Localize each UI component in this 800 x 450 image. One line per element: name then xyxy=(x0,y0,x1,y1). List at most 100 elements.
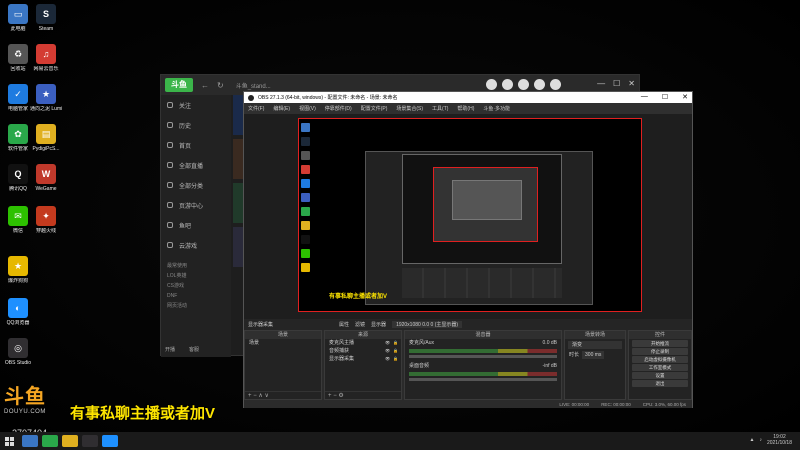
browser-toolbar-icons xyxy=(486,79,561,90)
lock-icon[interactable]: 🔒 xyxy=(393,347,398,355)
volume-slider[interactable] xyxy=(409,378,557,381)
taskbar-app-icon[interactable] xyxy=(82,435,98,447)
filters-button[interactable]: 滤镜 xyxy=(355,321,365,328)
mixer-header: 混音器 xyxy=(405,331,561,339)
control-button[interactable]: 停止录制 xyxy=(632,348,688,355)
maximize-icon[interactable]: ☐ xyxy=(662,93,668,101)
watermark-logo-text: 斗鱼 xyxy=(4,386,46,408)
control-button[interactable]: 开始推流 xyxy=(632,340,688,347)
menu-item[interactable]: 文件(F) xyxy=(248,105,264,112)
taskbar-app-icon[interactable] xyxy=(42,435,58,447)
remove-icon[interactable]: − xyxy=(253,393,257,399)
desktop-icon[interactable]: ★ 通向之泥 Lumione xyxy=(30,84,62,112)
douyu-watermark-logo: 斗鱼 DOUYU.COM xyxy=(4,380,56,415)
sidebar-item[interactable]: 云游戏 xyxy=(161,235,231,255)
start-button[interactable] xyxy=(0,432,18,450)
minimize-icon[interactable]: — xyxy=(597,79,605,88)
message-icon[interactable] xyxy=(518,79,529,90)
nav-icon xyxy=(167,202,173,208)
sidebar-item[interactable]: 全部直播 xyxy=(161,155,231,175)
sidebar-item[interactable]: 鱼吧 xyxy=(161,215,231,235)
desktop-icon[interactable]: ▤ PydigiPcS... xyxy=(30,124,62,152)
menu-item[interactable]: 工具(T) xyxy=(432,105,448,112)
browser-tab-title[interactable]: 斗鱼_stand... xyxy=(236,81,271,90)
taskbar-app-icon[interactable] xyxy=(62,435,78,447)
desktop-icon[interactable]: S Steam xyxy=(30,4,62,32)
menu-item[interactable]: 帮助(H) xyxy=(457,105,474,112)
down-icon[interactable]: ∨ xyxy=(264,393,268,399)
desktop-icon[interactable]: W WeGame xyxy=(30,164,62,192)
properties-button[interactable]: 属性 xyxy=(339,321,349,328)
close-icon[interactable]: ✕ xyxy=(628,79,635,88)
desktop-icon[interactable]: ✦ 穿越火线 xyxy=(30,206,62,234)
visibility-icon[interactable]: 👁 xyxy=(385,355,390,363)
menu-item[interactable]: 编辑(E) xyxy=(273,105,290,112)
recycle-bin-icon: ♻ xyxy=(8,44,28,64)
taskbar-app-icon[interactable] xyxy=(22,435,38,447)
sidebar-item[interactable]: 关注 xyxy=(161,95,231,115)
visibility-icon[interactable]: 👁 xyxy=(385,347,390,355)
go-live-button[interactable]: 开播 xyxy=(165,346,175,353)
add-icon[interactable]: + xyxy=(328,393,332,399)
settings-icon[interactable] xyxy=(550,79,561,90)
customer-service-button[interactable]: 客服 xyxy=(189,346,199,353)
display-select[interactable]: 1920x1080 0.0 0 (主显示器) xyxy=(392,321,463,328)
lock-icon[interactable]: 🔒 xyxy=(393,339,398,347)
clock[interactable]: 19:02 2021/10/18 xyxy=(767,434,792,446)
control-button[interactable]: 设置 xyxy=(632,372,688,379)
remove-icon[interactable]: − xyxy=(333,393,337,399)
menu-item[interactable]: 停靠部件(D) xyxy=(325,105,352,112)
sidebar-item[interactable]: 首页 xyxy=(161,135,231,155)
sidebar-sub-item[interactable]: LOL英雄 xyxy=(161,271,231,281)
preview-canvas[interactable]: 有事私聊主播或者加V xyxy=(298,118,642,312)
control-button[interactable]: 启动虚拟摄像机 xyxy=(632,356,688,363)
control-button[interactable]: 退出 xyxy=(632,380,688,387)
control-button[interactable]: 工作室模式 xyxy=(632,364,688,371)
sidebar-item[interactable]: 全部分类 xyxy=(161,175,231,195)
volume-icon[interactable]: ♪ xyxy=(759,437,762,443)
menu-item[interactable]: 配置文件(P) xyxy=(361,105,388,112)
transitions-panel: 场景转场 渐变 时长 300 ms xyxy=(564,330,626,400)
volume-slider[interactable] xyxy=(409,355,557,358)
maximize-icon[interactable]: ☐ xyxy=(613,79,620,88)
duration-input[interactable]: 300 ms xyxy=(582,351,605,359)
scene-item[interactable]: 场景 xyxy=(245,339,321,347)
back-icon[interactable]: ← xyxy=(201,81,209,90)
sidebar-item[interactable]: 历史 xyxy=(161,115,231,135)
preview-nested-panels xyxy=(402,268,562,298)
sidebar-sub-item[interactable]: CS游戏 xyxy=(161,281,231,291)
close-icon[interactable]: ✕ xyxy=(682,93,688,101)
visibility-icon[interactable]: 👁 xyxy=(385,339,390,347)
refresh-icon[interactable]: ↻ xyxy=(217,81,224,90)
obs-preview-area[interactable]: 有事私聊主播或者加V xyxy=(244,114,692,319)
source-item[interactable]: 显示器采集 👁 🔒 xyxy=(325,355,401,363)
user-icon[interactable] xyxy=(486,79,497,90)
desktop-icon[interactable]: ♫ 网易云音乐 xyxy=(30,44,62,72)
minimize-icon[interactable]: — xyxy=(641,93,648,101)
up-icon[interactable]: ∧ xyxy=(258,393,262,399)
menu-item[interactable]: 场景集合(S) xyxy=(396,105,423,112)
taskbar-app-icon[interactable] xyxy=(102,435,118,447)
sidebar-item-label: 历史 xyxy=(179,123,192,130)
nav-icon xyxy=(167,162,173,168)
network-icon[interactable]: ▲ xyxy=(750,437,755,443)
obs-window[interactable]: OBS 27.1.3 (64-bit, windows) - 配置文件: 未命名… xyxy=(243,91,693,408)
desktop-icon[interactable]: ◐ QQ浏览器 xyxy=(2,298,34,326)
source-item[interactable]: 音频捕获 👁 🔒 xyxy=(325,347,401,355)
mixer-track: 麦克风/Aux 0.0 dB xyxy=(405,339,561,347)
source-item[interactable]: 麦克风主播 👁 🔒 xyxy=(325,339,401,347)
menu-item[interactable]: 斗鱼·多功能 xyxy=(483,105,510,112)
sidebar-sub-item[interactable]: 网页活动 xyxy=(161,301,231,311)
heart-icon[interactable] xyxy=(502,79,513,90)
desktop-icon[interactable]: ★ 爆炸狗狗 xyxy=(2,256,34,284)
sidebar-item[interactable]: 页游中心 xyxy=(161,195,231,215)
douyu-logo-icon[interactable]: 斗鱼 xyxy=(165,78,193,92)
sidebar-sub-item[interactable]: DNF xyxy=(161,291,231,301)
lock-icon[interactable]: 🔒 xyxy=(393,355,398,363)
gear-icon[interactable]: ⚙ xyxy=(338,393,343,399)
add-icon[interactable]: + xyxy=(248,393,252,399)
menu-item[interactable]: 视图(V) xyxy=(299,105,316,112)
desktop-icon[interactable]: ◎ OBS Studio xyxy=(2,338,34,366)
history-icon[interactable] xyxy=(534,79,545,90)
transition-type-select[interactable]: 渐变 xyxy=(568,341,622,349)
